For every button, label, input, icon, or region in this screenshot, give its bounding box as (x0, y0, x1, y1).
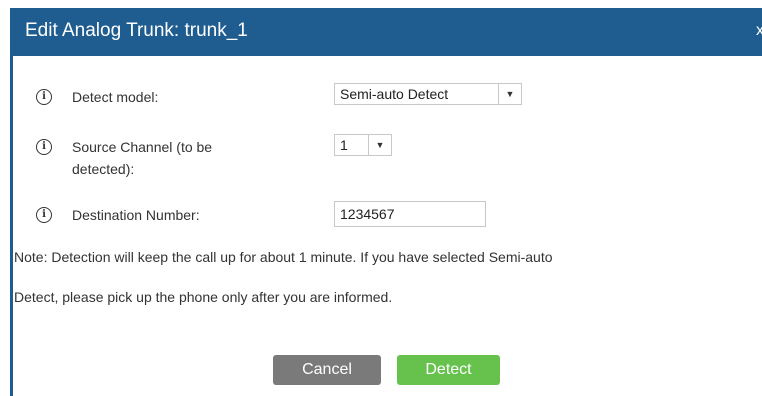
source-channel-select[interactable]: 1 ▼ (334, 134, 392, 156)
dialog-title: Edit Analog Trunk: trunk_1 (25, 20, 248, 41)
info-icon[interactable]: i (36, 89, 52, 105)
chevron-down-icon[interactable]: ▼ (498, 84, 521, 104)
detect-model-value: Semi-auto Detect (340, 86, 449, 102)
source-channel-label-line1: Source Channel (to be (72, 139, 213, 155)
dialog-left-border (10, 56, 13, 396)
close-button[interactable]: x (756, 22, 762, 40)
detect-button[interactable]: Detect (397, 355, 500, 385)
info-icon[interactable]: i (36, 207, 52, 223)
chevron-down-icon[interactable]: ▼ (368, 135, 391, 155)
note-line-1: Note: Detection will keep the call up fo… (14, 249, 553, 265)
cancel-button[interactable]: Cancel (273, 355, 381, 385)
source-channel-label-line2: detected): (72, 161, 135, 177)
destination-number-input[interactable] (334, 201, 486, 227)
dialog-title-bar: Edit Analog Trunk: trunk_1 x (10, 8, 762, 56)
edit-analog-trunk-dialog: Edit Analog Trunk: trunk_1 x i Detect mo… (0, 0, 762, 396)
detect-model-select[interactable]: Semi-auto Detect ▼ (334, 83, 522, 105)
detect-model-label: Detect model: (72, 89, 159, 105)
destination-number-label: Destination Number: (72, 207, 200, 223)
source-channel-value: 1 (340, 137, 348, 153)
note-line-2: Detect, please pick up the phone only af… (14, 289, 393, 305)
info-icon[interactable]: i (36, 139, 52, 155)
